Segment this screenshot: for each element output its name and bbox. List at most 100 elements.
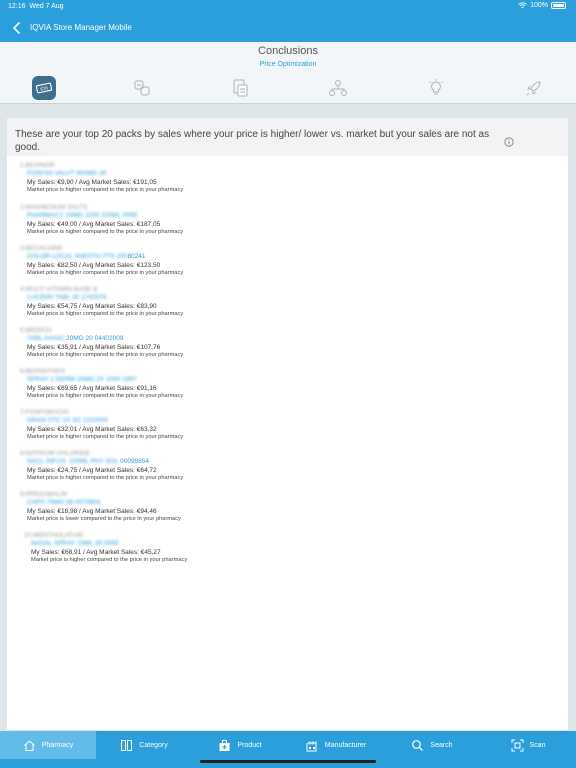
factory-icon [306,740,317,751]
item-code[interactable]: TABL AAA42 20MG 20 04402009 [27,335,124,342]
item-title: BEXINOR [25,162,55,169]
tab-label: Product [237,741,262,749]
item-code[interactable]: NACL INFUS. 100ML PHY SOL 00099854 [27,458,149,465]
pills-icon [134,80,150,96]
list-item[interactable]: 7.FOSFOMYCIN GRAN STC 1X 3G 1202000 My Sal… [7,409,568,447]
documents-icon [233,79,248,97]
tab-label: Manufacturer [324,741,367,749]
panel-subtitle: Price Optimization [259,61,317,68]
step-network[interactable] [326,76,350,100]
lightbulb-icon [429,79,443,95]
product-icon [219,739,230,751]
item-code-hidden: SPRAY 2 DERM 20MG 2X 1000 1997 [27,376,137,383]
item-title: BEPANTHEN [25,368,65,375]
item-code[interactable]: PHARMACY 10MG 1000 100ML 0099 [27,212,137,219]
item-title: PREGABALIN [25,491,67,498]
item-code[interactable]: FOSFAN VALVT 900MG 30 [27,170,106,177]
item-title: MEDICO [25,327,52,334]
item-title: MAGNESIUM SALTS [25,204,88,211]
category-icon [121,739,133,751]
list-item[interactable]: 5.MEDICO TABL AAA42 20MG 20 04402009 My Sa… [7,327,568,365]
item-title: BECACAINE [25,245,63,252]
headline-box: These are your top 20 packs by sales whe… [7,118,568,156]
item-title: FOSFOMYCIN [25,409,69,416]
results-card: These are your top 20 packs by sales whe… [7,118,568,730]
item-code[interactable]: CAPS 75MG 56 0070804 [27,499,100,506]
list-item[interactable]: 10.MENTHOLATUM NASAL SPRAY 15ML 30 0099 My… [11,532,572,570]
battery-icon [551,2,566,9]
item-number: 10. [24,532,34,539]
item-sales: My Sales: €35,91 / Avg Market Sales: €10… [27,344,161,351]
item-name: 8.NATRIUM CHLORIDE [20,450,90,457]
tab-pharmacy[interactable]: Pharmacy [0,731,96,759]
item-code-visible: 00099854 [120,458,150,465]
item-code[interactable]: DOLOR LOCAL ANESTH TTS 20080241 [27,253,146,260]
item-note: Market price is higher compared to the p… [27,187,184,193]
battery-percent: 100% [530,2,548,9]
price-tag-icon: €16 [35,82,53,94]
item-sales: My Sales: €9,90 / Avg Market Sales: €191… [27,179,157,186]
list-item[interactable]: 2.MAGNESIUM SALTS PHARMACY 10MG 1000 100M… [7,204,568,242]
item-name: 6.BEPANTHEN [20,368,65,375]
item-code[interactable]: SPRAY 2 DERM 20MG 2X 1000 1997 [27,376,137,383]
list-item[interactable]: 9.PREGABALIN CAPS 75MG 56 0070804 My Sales… [7,491,568,529]
item-name: 2.MAGNESIUM SALTS [20,204,87,211]
tab-label: Pharmacy [41,741,74,749]
item-code-hidden: LUCIDIN TABL 30 1742079 [27,294,107,301]
info-icon[interactable] [504,137,514,147]
item-note: Market price is higher compared to the p… [27,393,184,399]
item-note: Market price is higher compared to the p… [27,311,184,317]
step-price-tag[interactable]: €16 [32,76,56,100]
item-code[interactable]: NASAL SPRAY 15ML 30 0099 [31,540,118,547]
search-icon [412,739,424,751]
item-sales: My Sales: €69,65 / Avg Market Sales: €91… [27,385,157,392]
item-code[interactable]: GRAN STC 1X 3G 1202000 [27,417,108,424]
nav-title: IQVIA Store Manager Mobile [30,23,132,32]
step-rocket[interactable] [522,76,546,100]
item-sales: My Sales: €32,01 / Avg Market Sales: €63… [27,426,157,433]
item-name: 4.MULTI VITAMIN BASE B [20,286,97,293]
list-item[interactable]: 4.MULTI VITAMIN BASE B LUCIDIN TABL 30 17… [7,286,568,324]
item-name: 7.FOSFOMYCIN [20,409,69,416]
tab-manufacturer[interactable]: Manufacturer [288,731,384,759]
item-sales: My Sales: €68,91 / Avg Market Sales: €45… [31,549,161,556]
home-indicator [200,760,376,763]
item-sales: My Sales: €49,00 / Avg Market Sales: €18… [27,221,161,228]
item-sales: My Sales: €82,50 / Avg Market Sales: €12… [27,262,161,269]
step-icons: €16 [0,73,576,103]
item-name: 5.MEDICO [20,327,51,334]
list-item[interactable]: 8.NATRIUM CHLORIDE NACL INFUS. 100ML PHY … [7,450,568,488]
list-item[interactable]: 3.BECACAINE DOLOR LOCAL ANESTH TTS 200802… [7,245,568,283]
list-item[interactable]: 1.BEXINOR FOSFAN VALVT 900MG 30 My Sales:… [7,162,568,200]
item-code-hidden: TABL AAA42 [27,335,67,342]
rocket-icon [526,81,541,96]
list-item[interactable]: 6.BEPANTHEN SPRAY 2 DERM 20MG 2X 1000 199… [7,368,568,406]
step-lightbulb[interactable] [424,76,448,100]
tab-scan[interactable]: Scan [480,731,576,759]
item-code-hidden: CAPS 75MG 56 0070804 [27,499,101,506]
item-code-hidden: PHARMACY 10MG 1000 100ML 0099 [27,212,138,219]
item-code-visible: 80241 [127,253,146,260]
tab-label: Category [139,741,168,749]
item-code-hidden: FOSFAN VALVT 900MG 30 [27,170,107,177]
item-code[interactable]: LUCIDIN TABL 30 1742079 [27,294,106,301]
item-name: 1.BEXINOR [20,162,55,169]
step-documents[interactable] [228,76,252,100]
tab-search[interactable]: Search [384,731,480,759]
item-name: 9.PREGABALIN [20,491,67,498]
item-note: Market price is higher compared to the p… [27,229,184,235]
scan-icon [511,739,524,751]
status-bar: 12:16 Wed 7 Aug 100% [0,0,576,14]
back-chevron-icon[interactable] [10,20,24,36]
tab-category[interactable]: Category [96,731,192,759]
item-note: Market price is higher compared to the p… [27,475,184,481]
step-pills[interactable] [130,76,154,100]
status-time: 12:16 [8,3,26,10]
item-name: 10.MENTHOLATUM [24,532,83,539]
tab-product[interactable]: Product [192,731,288,759]
item-code-hidden: GRAN STC 1X 3G 1202000 [27,417,108,424]
item-code-hidden: NACL INFUS. 100ML PHY SOL [27,458,121,465]
item-note: Market price is higher compared to the p… [31,557,188,563]
wifi-icon [518,2,527,9]
network-icon [329,80,347,96]
